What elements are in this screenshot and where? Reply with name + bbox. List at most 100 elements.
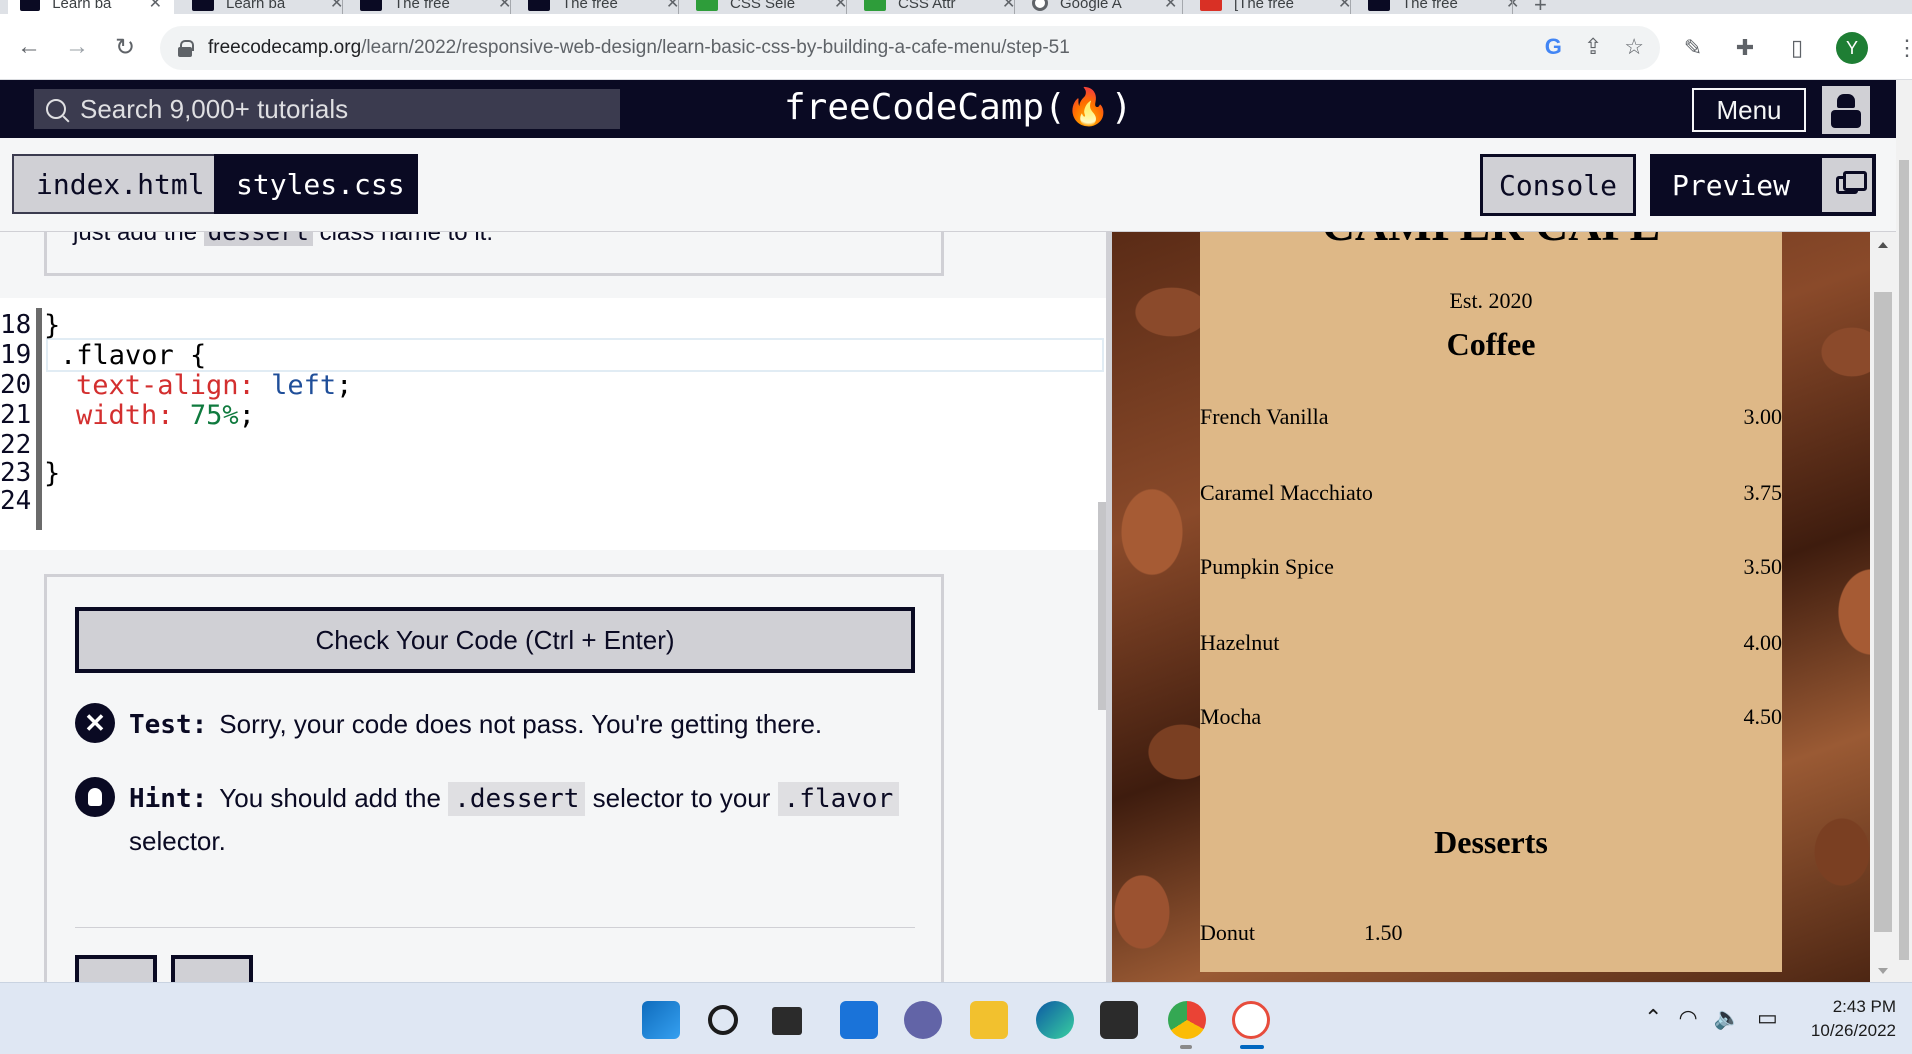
microsoft-store-icon[interactable] <box>1100 1001 1138 1039</box>
reload-icon[interactable]: ↻ <box>110 32 140 62</box>
extensions-puzzle-icon[interactable]: ✚ <box>1732 35 1758 61</box>
browser-toolbar: ← → ↻ freecodecamp.org/learn/2022/respon… <box>0 14 1912 80</box>
menu-item: Pumpkin Spice <box>1200 554 1334 579</box>
page-scrollbar[interactable] <box>1896 80 1912 982</box>
line-number: 23 <box>0 458 32 488</box>
fcc-logo[interactable]: freeCodeCamp(🔥) <box>784 86 1132 128</box>
widgets-icon[interactable] <box>840 1001 878 1039</box>
new-tab-plus-icon[interactable]: + <box>1534 0 1547 14</box>
search-icon[interactable] <box>708 1005 738 1035</box>
w3schools-icon <box>696 0 718 11</box>
browser-tab[interactable]: Learn ba ✕ <box>8 0 174 14</box>
menu-price: 4.50 <box>1743 704 1783 729</box>
windows-taskbar: ⌃ ◠ 🔈 ▭ 2:43 PM 10/26/2022 <box>0 982 1912 1054</box>
share-icon[interactable]: ⇪ <box>1584 34 1602 60</box>
hint-message: Hint: You should add the .dessert selecto… <box>75 777 915 862</box>
popout-preview-icon[interactable] <box>1822 158 1872 212</box>
teams-chat-icon[interactable] <box>904 1001 942 1039</box>
bookmark-star-icon[interactable]: ☆ <box>1624 34 1644 60</box>
close-icon[interactable]: ✕ <box>149 0 162 13</box>
lightbulb-icon <box>75 777 115 817</box>
line-number: 24 <box>0 486 32 516</box>
code-line[interactable]: } <box>44 458 60 489</box>
google-lens-icon[interactable]: G <box>1545 34 1562 60</box>
established-text: Est. 2020 <box>1449 288 1533 313</box>
coffee-heading: Coffee <box>1446 326 1536 362</box>
windows-start-icon[interactable] <box>642 1001 680 1039</box>
tab-styles-css[interactable]: styles.css <box>214 154 418 214</box>
profile-avatar[interactable]: Y <box>1836 32 1868 64</box>
browser-tab[interactable]: The free✕ <box>1356 0 1531 14</box>
browser-tab[interactable]: Learn ba ✕ <box>180 0 355 14</box>
address-bar[interactable]: freecodecamp.org/learn/2022/responsive-w… <box>160 26 1660 70</box>
lock-icon <box>178 40 194 57</box>
menu-item: Hazelnut <box>1200 630 1280 655</box>
scroll-up-arrow-icon <box>1878 242 1888 248</box>
menu-item: Donut <box>1200 920 1255 945</box>
instructions-box: just add the dessert class name to it. <box>44 232 944 276</box>
wifi-icon[interactable]: ◠ <box>1678 1005 1697 1031</box>
line-number: 20 <box>0 370 32 400</box>
browser-tab[interactable]: The free✕ <box>516 0 691 14</box>
close-icon[interactable]: ✕ <box>1164 0 1177 13</box>
task-view-icon[interactable] <box>772 1007 802 1035</box>
volume-icon[interactable]: 🔈 <box>1714 1005 1741 1031</box>
preview-button[interactable]: Preview <box>1650 154 1876 216</box>
editor-pane: just add the dessert class name to it. 1… <box>0 232 1106 982</box>
browser-tab[interactable]: [The free ✕ <box>1188 0 1363 14</box>
console-button[interactable]: Console <box>1480 154 1636 216</box>
menu-button[interactable]: Menu <box>1692 88 1806 132</box>
freecodecamp-icon <box>192 0 214 11</box>
back-arrow-icon[interactable]: ← <box>14 32 44 62</box>
snipping-tool-icon[interactable] <box>1232 1001 1270 1039</box>
edge-icon[interactable] <box>1036 1001 1074 1039</box>
browser-tab[interactable]: The free✕ <box>348 0 523 14</box>
menu-price: 3.75 <box>1743 480 1783 505</box>
gmail-icon <box>1200 0 1222 11</box>
more-menu-icon[interactable]: ⋮ <box>1894 35 1912 61</box>
menu-price: 3.00 <box>1743 404 1783 429</box>
divider <box>75 927 915 928</box>
forward-arrow-icon[interactable]: → <box>62 32 92 62</box>
editor-tabbar: index.html styles.css Console Preview <box>0 138 1896 232</box>
line-number: 22 <box>0 430 32 460</box>
reset-button[interactable] <box>75 955 157 982</box>
code-editor[interactable]: 18 } 19 .flavor { 20 text-align: left; 2… <box>0 298 1106 550</box>
freecodecamp-icon <box>360 0 382 11</box>
chrome-icon[interactable] <box>1168 1001 1206 1039</box>
preview-scrollbar[interactable] <box>1870 232 1896 982</box>
test-panel: Check Your Code (Ctrl + Enter) ✕ Test: So… <box>44 574 944 982</box>
browser-tab[interactable]: CSS Attr ✕ <box>852 0 1027 14</box>
freecodecamp-icon <box>528 0 550 11</box>
freecodecamp-icon <box>20 0 41 11</box>
browser-tab[interactable]: CSS Sele ✕ <box>684 0 859 14</box>
line-number: 19 <box>0 340 32 370</box>
menu-price: 3.50 <box>1743 554 1783 579</box>
search-input[interactable]: Search 9,000+ tutorials <box>34 89 620 129</box>
search-icon <box>46 99 66 119</box>
code-line[interactable]: width: 75%; <box>76 400 255 431</box>
screen: Learn ba ✕ Learn ba ✕ The free ✕ The free ✕ … <box>0 0 1912 1054</box>
side-panel-icon[interactable]: ▯ <box>1784 35 1810 61</box>
menu-price: 1.50 <box>1364 920 1403 945</box>
editor-scrollbar[interactable] <box>1098 502 1106 710</box>
fail-x-icon: ✕ <box>75 703 115 743</box>
file-explorer-icon[interactable] <box>970 1001 1008 1039</box>
menu-price: 4.00 <box>1743 630 1783 655</box>
browser-tab[interactable]: Google A ✕ <box>1020 0 1189 14</box>
help-button[interactable] <box>171 955 253 982</box>
show-hidden-icons-chevron-icon[interactable]: ⌃ <box>1644 1005 1662 1031</box>
menu-item: Mocha <box>1200 704 1262 729</box>
tab-index-html[interactable]: index.html <box>12 154 216 214</box>
system-clock[interactable]: 2:43 PM 10/26/2022 <box>1800 995 1896 1043</box>
code-line[interactable]: .flavor { <box>60 340 206 371</box>
battery-icon[interactable]: ▭ <box>1757 1005 1778 1031</box>
freecodecamp-icon <box>1368 0 1390 11</box>
code-line[interactable]: text-align: left; <box>76 370 352 401</box>
code-line[interactable]: } <box>44 310 60 341</box>
check-code-button[interactable]: Check Your Code (Ctrl + Enter) <box>75 607 915 673</box>
desserts-heading: Desserts <box>1434 824 1548 860</box>
eyedropper-extension-icon[interactable]: ✎ <box>1680 35 1706 61</box>
user-avatar-icon[interactable] <box>1822 86 1870 134</box>
cafe-title: CAMPER CAFE <box>1200 232 1782 251</box>
